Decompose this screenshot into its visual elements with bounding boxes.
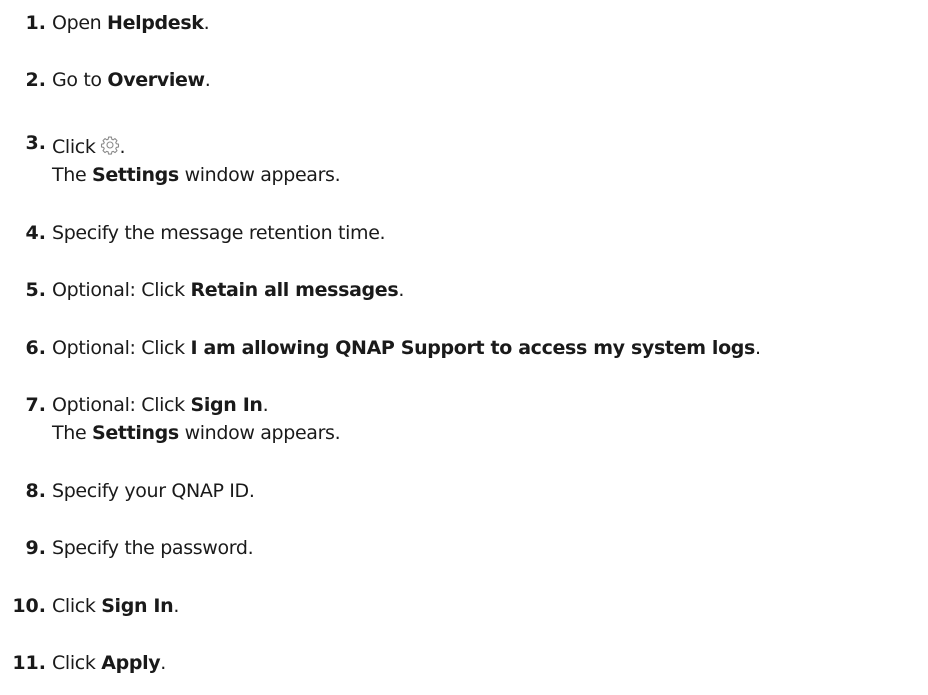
step-text: Optional: Click	[52, 394, 191, 416]
step-text: Optional: Click	[52, 279, 191, 301]
step-8: 8. Specify your QNAP ID.	[0, 477, 928, 505]
step-number: 1.	[25, 12, 46, 34]
step-text: Click	[52, 595, 102, 617]
step-number: 2.	[25, 69, 46, 91]
step-number: 3.	[25, 132, 46, 154]
step-7: 7. Optional: Click Sign In. The Settings…	[0, 391, 928, 447]
step-number: 7.	[25, 394, 46, 416]
step-text: Go to	[52, 69, 108, 91]
step-text: Specify the message retention time.	[52, 222, 386, 244]
step-number: 5.	[25, 279, 46, 301]
ui-term-apply: Apply	[101, 652, 161, 674]
step-3: 3. Click . The Settings window appears.	[0, 132, 928, 189]
ui-term-retain-all-messages: Retain all messages	[190, 279, 399, 301]
step-text: Optional: Click	[52, 337, 191, 359]
step-text: Specify your QNAP ID.	[52, 480, 255, 502]
step-number: 10.	[12, 595, 46, 617]
step-number: 6.	[25, 337, 46, 359]
step-2: 2. Go to Overview.	[0, 66, 928, 94]
step-number: 9.	[25, 537, 46, 559]
step-4: 4. Specify the message retention time.	[0, 219, 928, 247]
step-number: 4.	[25, 222, 46, 244]
step-text: Click	[52, 652, 102, 674]
step-10: 10. Click Sign In.	[0, 592, 928, 620]
ui-term-settings: Settings	[91, 164, 179, 186]
ui-term-sign-in: Sign In	[101, 595, 174, 617]
step-6: 6. Optional: Click I am allowing QNAP Su…	[0, 334, 928, 362]
step-number: 11.	[12, 652, 46, 674]
step-9: 9. Specify the password.	[0, 534, 928, 562]
step-text: Open	[52, 12, 108, 34]
ui-term-sign-in: Sign In	[190, 394, 263, 416]
ui-term-allow-support-logs: I am allowing QNAP Support to access my …	[190, 337, 756, 359]
step-number: 8.	[25, 480, 46, 502]
step-11: 11. Click Apply.	[0, 649, 928, 677]
step-5: 5. Optional: Click Retain all messages.	[0, 276, 928, 304]
ui-term-helpdesk: Helpdesk	[107, 12, 204, 34]
step-1: 1. Open Helpdesk.	[0, 9, 928, 37]
ui-term-overview: Overview	[107, 69, 205, 91]
step-text: Click	[52, 136, 96, 158]
ui-term-settings: Settings	[91, 422, 179, 444]
step-text: Specify the password.	[52, 537, 254, 559]
gear-icon	[100, 136, 119, 155]
